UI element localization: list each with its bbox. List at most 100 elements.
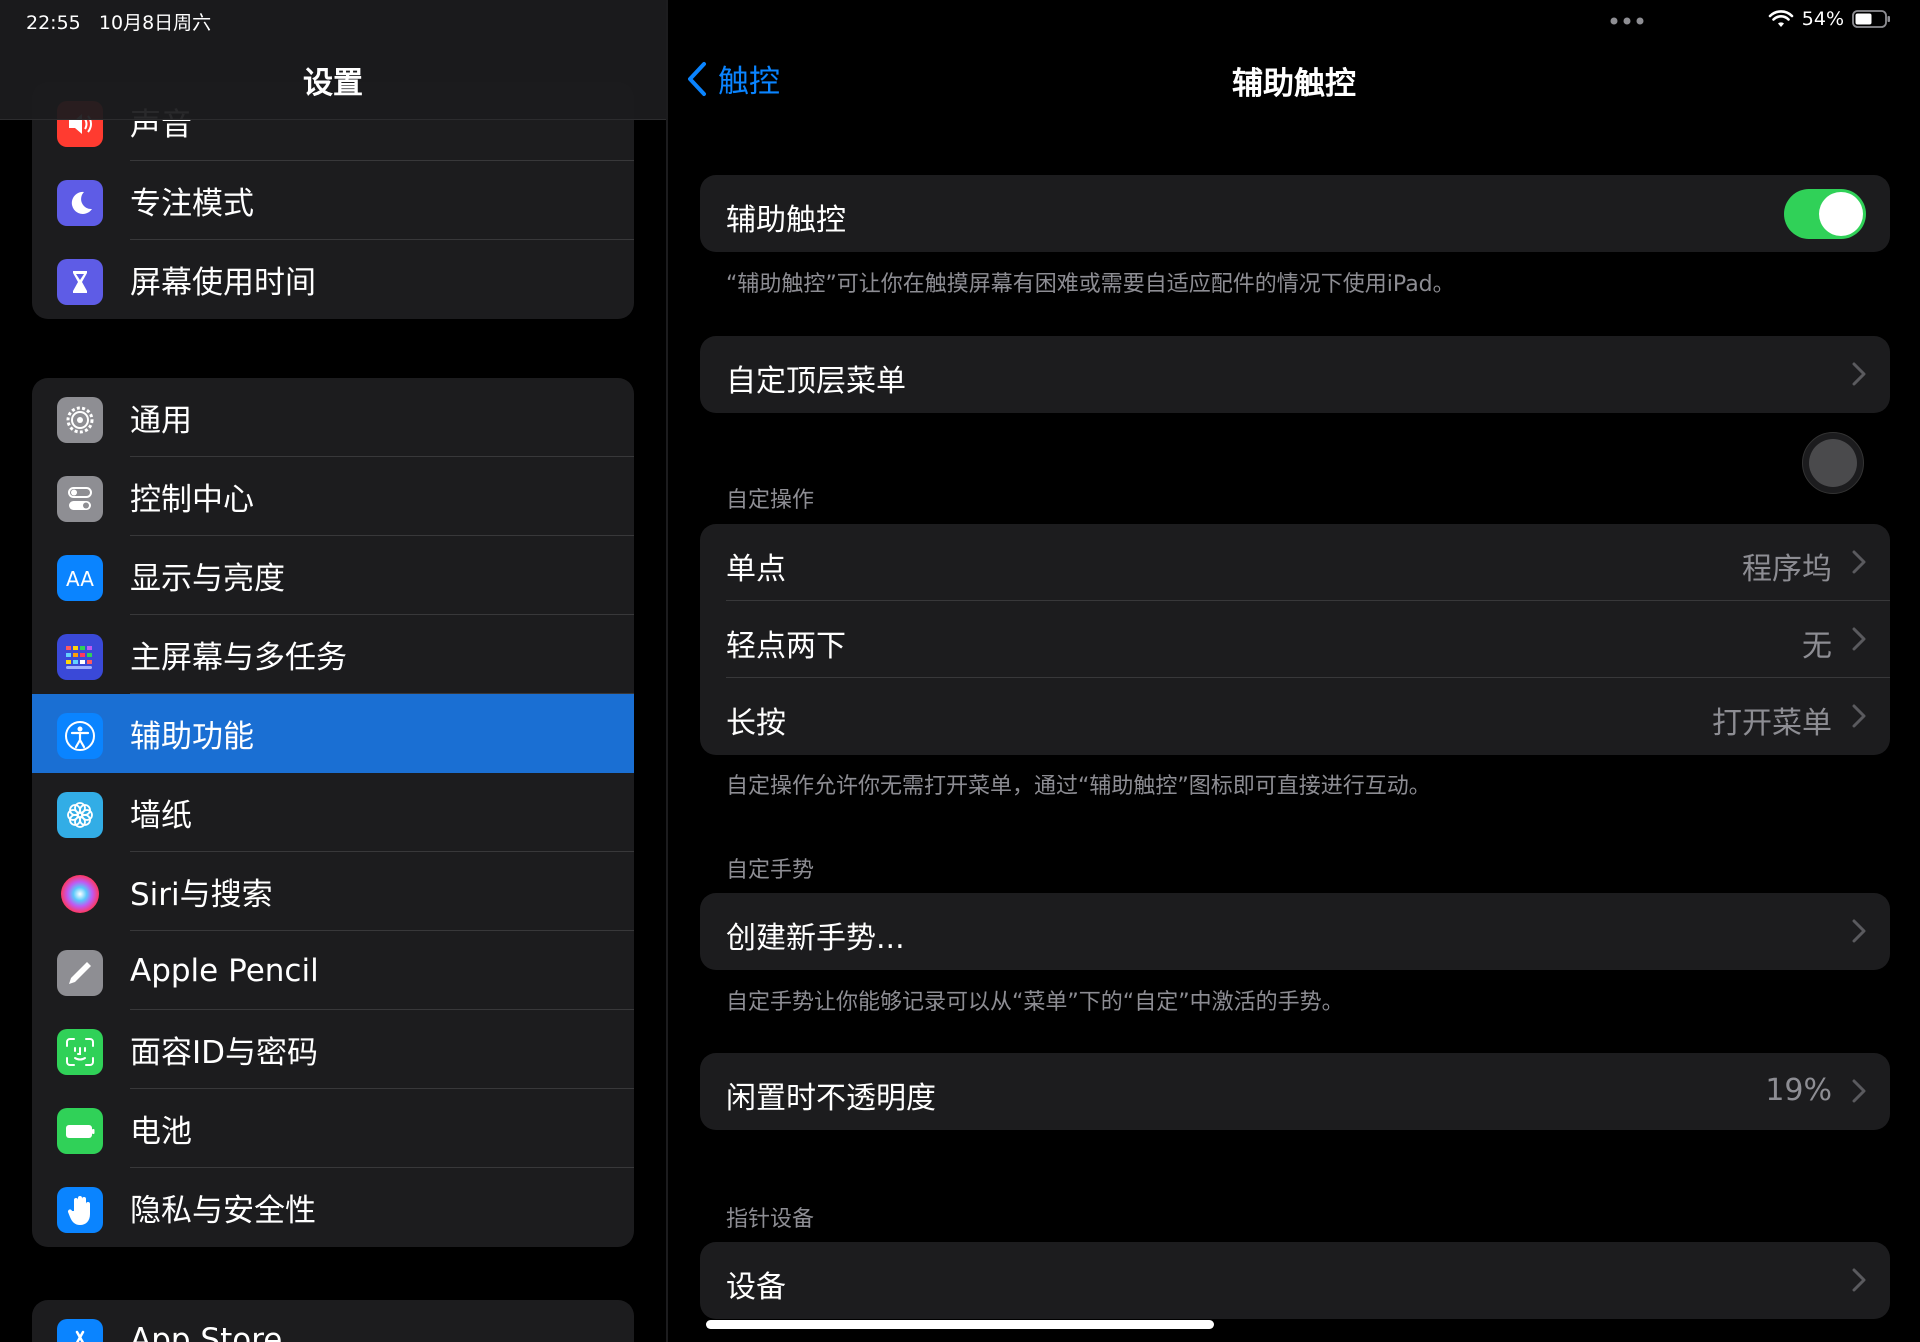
pencil-icon (57, 950, 103, 996)
sidebar-item-general[interactable]: 通用 (32, 378, 634, 457)
custom-gestures-footer: 自定手势让你能够记录可以从“菜单”下的“自定”中激活的手势。 (726, 990, 1344, 1015)
sidebar-item-privacy[interactable]: 隐私与安全性 (32, 1168, 634, 1247)
sidebar-item-wallpaper[interactable]: 墙纸 (32, 773, 634, 852)
app-grid-icon (57, 634, 103, 680)
status-right: 54% (1768, 8, 1892, 30)
idle-opacity-card: 闲置时不透明度 19% (700, 1053, 1890, 1130)
row-value: 打开菜单 (1712, 706, 1832, 741)
row-value: 程序坞 (1742, 552, 1832, 587)
sidebar-item-label: 面容ID与密码 (130, 1035, 319, 1071)
sidebar-item-focus[interactable]: 专注模式 (32, 161, 634, 240)
gear-icon (57, 397, 103, 443)
text-size-icon: AA (57, 555, 103, 601)
assistive-touch-switch[interactable] (1784, 189, 1866, 239)
chevron-right-icon (1852, 362, 1866, 386)
sidebar-item-label: 控制中心 (130, 482, 254, 518)
top-menu-card: 自定顶层菜单 (700, 336, 1890, 413)
flower-icon (57, 792, 103, 838)
sidebar-item-home-screen[interactable]: 主屏幕与多任务 (32, 615, 634, 694)
sidebar-item-label: Apple Pencil (130, 952, 319, 989)
sidebar-item-display[interactable]: AA 显示与亮度 (32, 536, 634, 615)
app-store-icon (57, 1319, 103, 1342)
battery-icon (57, 1108, 103, 1154)
status-date: 10月8日周六 (98, 12, 212, 34)
pointer-devices-header: 指针设备 (726, 1207, 815, 1232)
row-label: 创建新手势... (726, 921, 905, 956)
custom-gestures-card: 创建新手势... (700, 893, 1890, 970)
assistive-touch-button-inner (1809, 439, 1857, 487)
assistive-touch-card: 辅助触控 (700, 175, 1890, 252)
row-value: 19% (1765, 1073, 1832, 1108)
chevron-right-icon (1852, 1079, 1866, 1103)
sidebar-header: 22:55 10月8日周六 设置 (0, 0, 666, 120)
create-new-gesture-row[interactable]: 创建新手势... (700, 893, 1890, 970)
chevron-right-icon (1852, 704, 1866, 728)
sidebar-item-screen-time[interactable]: 屏幕使用时间 (32, 240, 634, 319)
row-label: 轻点两下 (726, 629, 846, 664)
sidebar-group-2: 通用 控制中心 AA 显示与亮度 主屏幕与多任务 辅助功能 墙纸 Siri与搜索… (32, 378, 634, 1247)
chevron-right-icon (1852, 550, 1866, 574)
sidebar-item-app-store[interactable]: App Store (32, 1300, 634, 1342)
sidebar-item-label: 专注模式 (130, 186, 254, 222)
idle-opacity-row[interactable]: 闲置时不透明度 19% (700, 1053, 1890, 1130)
sidebar-item-label: 隐私与安全性 (130, 1193, 316, 1229)
devices-row[interactable]: 设备 (700, 1242, 1890, 1319)
battery-percent: 54% (1801, 8, 1844, 30)
sidebar-item-battery[interactable]: 电池 (32, 1089, 634, 1168)
battery-status-icon (1852, 10, 1890, 28)
hourglass-icon (57, 259, 103, 305)
long-press-row[interactable]: 长按 打开菜单 (700, 678, 1890, 755)
sidebar-item-control-center[interactable]: 控制中心 (32, 457, 634, 536)
custom-actions-card: 单点 程序坞 轻点两下 无 长按 打开菜单 (700, 524, 1890, 755)
assistive-touch-toggle-row: 辅助触控 (700, 175, 1890, 252)
sidebar-item-accessibility[interactable]: 辅助功能 (32, 694, 634, 773)
row-label: 自定顶层菜单 (726, 364, 906, 399)
single-tap-row[interactable]: 单点 程序坞 (700, 524, 1890, 601)
row-value: 无 (1802, 629, 1832, 664)
custom-actions-header: 自定操作 (726, 488, 815, 513)
sidebar-title: 设置 (303, 66, 363, 101)
sidebar-item-siri[interactable]: Siri与搜索 (32, 852, 634, 931)
sidebar-item-label: 显示与亮度 (130, 561, 285, 597)
custom-actions-footer: 自定操作允许你无需打开菜单，通过“辅助触控”图标即可直接进行互动。 (726, 774, 1431, 799)
sidebar-item-label: 屏幕使用时间 (130, 265, 316, 301)
assistive-touch-floating-button[interactable] (1802, 432, 1864, 494)
accessibility-icon (57, 713, 103, 759)
row-label: 长按 (726, 706, 786, 741)
wifi-icon (1768, 10, 1794, 27)
sidebar-item-face-id[interactable]: 面容ID与密码 (32, 1010, 634, 1089)
status-time-date: 22:55 10月8日周六 (26, 8, 211, 35)
pointer-devices-card: 设备 (700, 1242, 1890, 1319)
chevron-right-icon (1852, 1268, 1866, 1292)
sidebar-item-label: 墙纸 (130, 798, 192, 834)
row-label: 设备 (726, 1270, 786, 1305)
chevron-right-icon (1852, 919, 1866, 943)
home-indicator[interactable] (706, 1320, 1214, 1329)
toggles-icon (57, 476, 103, 522)
double-tap-row[interactable]: 轻点两下 无 (700, 601, 1890, 678)
sidebar-item-label: 通用 (130, 403, 192, 439)
multitasking-dots-icon[interactable] (1608, 12, 1646, 31)
custom-gestures-header: 自定手势 (726, 858, 815, 883)
status-time: 22:55 (26, 12, 81, 34)
detail-pane: 54% 触控 辅助触控 辅助触控 “辅助触控”可让你在触摸屏幕有困难或需要自适应… (668, 0, 1920, 1342)
face-id-icon (57, 1029, 103, 1075)
sidebar-group-3: App Store (32, 1300, 634, 1342)
sidebar-item-label: 电池 (130, 1114, 192, 1150)
switch-knob (1819, 192, 1863, 236)
svg-text:AA: AA (66, 567, 94, 591)
customize-top-level-menu-row[interactable]: 自定顶层菜单 (700, 336, 1890, 413)
sidebar-item-label: App Store (130, 1321, 283, 1342)
row-label: 辅助触控 (726, 203, 846, 238)
sidebar-item-label: Siri与搜索 (130, 877, 273, 913)
sidebar-item-label: 辅助功能 (130, 719, 254, 755)
settings-sidebar: 声音 专注模式 屏幕使用时间 通用 控制中心 AA 显示与亮度 主屏幕与多任务 … (0, 0, 666, 1342)
moon-icon (57, 180, 103, 226)
siri-icon (57, 871, 103, 917)
sidebar-item-label: 主屏幕与多任务 (130, 640, 347, 676)
sidebar-item-apple-pencil[interactable]: Apple Pencil (32, 931, 634, 1010)
assistive-touch-footer: “辅助触控”可让你在触摸屏幕有困难或需要自适应配件的情况下使用iPad。 (726, 272, 1455, 297)
hand-icon (57, 1187, 103, 1233)
row-label: 闲置时不透明度 (726, 1081, 936, 1116)
row-label: 单点 (726, 552, 786, 587)
